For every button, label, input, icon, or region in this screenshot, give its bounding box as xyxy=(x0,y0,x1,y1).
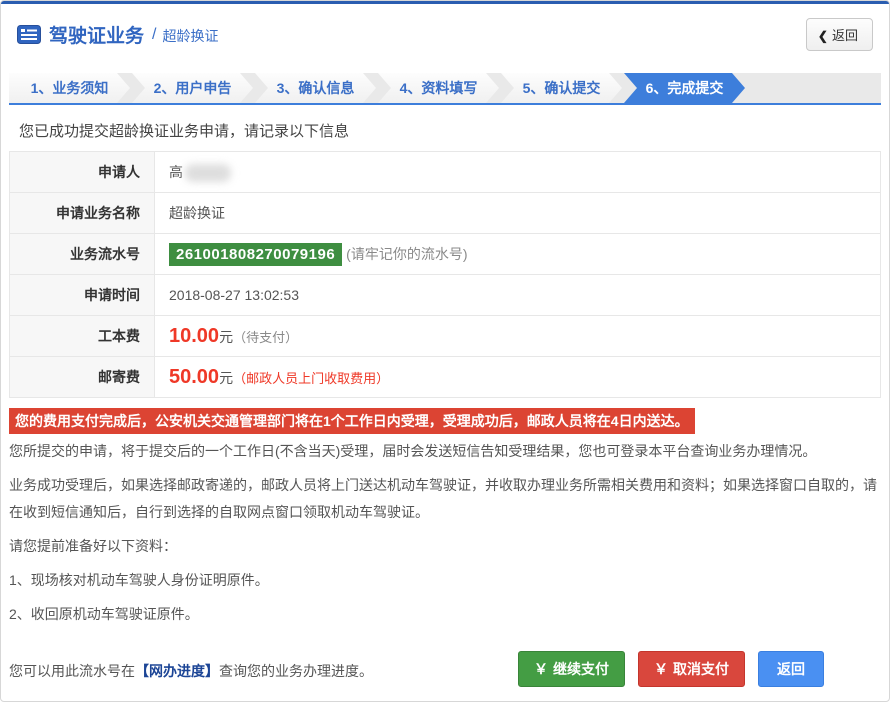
work-fee-value: 10.00元（待支付） xyxy=(155,316,881,357)
back-button-label: 返回 xyxy=(832,28,858,43)
page-title: 驾驶证业务 xyxy=(49,21,144,48)
work-fee-unit: 元 xyxy=(219,329,233,345)
work-fee-label: 工本费 xyxy=(10,316,155,357)
notice-paragraph-2: 业务成功受理后，如果选择邮政寄递的，邮政人员将上门送达机动车驾驶证，并收取办理业… xyxy=(9,472,881,526)
post-fee-value: 50.00元（邮政人员上门收取费用） xyxy=(155,357,881,398)
yen-icon: ￥ xyxy=(534,661,548,677)
apply-time-value: 2018-08-27 13:02:53 xyxy=(155,275,881,316)
serial-note: (请牢记你的流水号) xyxy=(346,246,467,262)
cancel-pay-button[interactable]: ￥ 取消支付 xyxy=(638,651,745,687)
page-container: 驾驶证业务 / 超龄换证 ❮ 返回 1、业务须知 2、用户申告 3、确认信息 4、… xyxy=(0,0,890,702)
table-row-apply-time: 申请时间 2018-08-27 13:02:53 xyxy=(10,275,881,316)
serial-label: 业务流水号 xyxy=(10,234,155,275)
cancel-pay-label: 取消支付 xyxy=(673,661,729,677)
notice-material-item-1: 1、现场核对机动车驾驶人身份证明原件。 xyxy=(9,567,881,594)
apply-time-label: 申请时间 xyxy=(10,275,155,316)
work-fee-note: （待支付） xyxy=(233,330,298,345)
back-button-top[interactable]: ❮ 返回 xyxy=(806,18,873,51)
name-privacy-mask xyxy=(185,164,231,182)
step-5-confirm-submit[interactable]: 5、确认提交 xyxy=(501,73,622,103)
post-fee-note: （邮政人员上门收取费用） xyxy=(233,371,389,386)
serial-number-badge: 261001808270079196 xyxy=(169,243,342,266)
table-row-post-fee: 邮寄费 50.00元（邮政人员上门收取费用） xyxy=(10,357,881,398)
notice-paragraph-1: 您所提交的申请，将于提交后的一个工作日(不含当天)受理，届时会发送短信告知受理结… xyxy=(9,438,881,465)
step-3-confirm-info[interactable]: 3、确认信息 xyxy=(255,73,376,103)
continue-pay-button[interactable]: ￥ 继续支付 xyxy=(518,651,625,687)
applicant-label: 申请人 xyxy=(10,152,155,193)
table-row-business-name: 申请业务名称 超龄换证 xyxy=(10,193,881,234)
post-fee-unit: 元 xyxy=(219,370,233,386)
action-buttons: ￥ 继续支付 ￥ 取消支付 返回 xyxy=(518,651,824,687)
business-name-label: 申请业务名称 xyxy=(10,193,155,234)
step-4-fill-materials[interactable]: 4、资料填写 xyxy=(378,73,499,103)
success-message: 您已成功提交超龄换证业务申请，请记录以下信息 xyxy=(19,120,881,141)
table-row-serial: 业务流水号 261001808270079196(请牢记你的流水号) xyxy=(10,234,881,275)
application-info-table: 申请人 高 申请业务名称 超龄换证 业务流水号 2610018082700791… xyxy=(9,151,881,398)
header: 驾驶证业务 / 超龄换证 ❮ 返回 xyxy=(1,4,889,63)
table-row-work-fee: 工本费 10.00元（待支付） xyxy=(10,316,881,357)
notice-section: 您的费用支付完成后，公安机关交通管理部门将在1个工作日内受理，受理成功后，邮政人… xyxy=(9,408,881,685)
back-bottom-label: 返回 xyxy=(777,661,805,677)
post-fee-label: 邮寄费 xyxy=(10,357,155,398)
progress-query-link[interactable]: 【网办进度】 xyxy=(135,663,219,679)
post-fee-amount: 50.00 xyxy=(169,366,219,388)
serial-value: 261001808270079196(请牢记你的流水号) xyxy=(155,234,881,275)
continue-pay-label: 继续支付 xyxy=(553,661,609,677)
work-fee-amount: 10.00 xyxy=(169,325,219,347)
step-wizard: 1、业务须知 2、用户申告 3、确认信息 4、资料填写 5、确认提交 6、完成提… xyxy=(9,73,881,105)
applicant-value: 高 xyxy=(155,152,881,193)
payment-alert-banner: 您的费用支付完成后，公安机关交通管理部门将在1个工作日内受理，受理成功后，邮政人… xyxy=(9,408,695,434)
license-list-icon xyxy=(17,25,41,44)
chevron-left-icon: ❮ xyxy=(818,29,828,43)
notice-material-item-2: 2、收回原机动车驾驶证原件。 xyxy=(9,601,881,628)
breadcrumb-separator: / xyxy=(152,26,156,44)
step-1-business-notice[interactable]: 1、业务须知 xyxy=(9,73,130,103)
business-name-value: 超龄换证 xyxy=(155,193,881,234)
step-2-user-declaration[interactable]: 2、用户申告 xyxy=(132,73,253,103)
breadcrumb-current: 超龄换证 xyxy=(162,26,218,46)
back-button-bottom[interactable]: 返回 xyxy=(758,651,824,687)
step-bar-tail xyxy=(747,73,881,103)
table-row-applicant: 申请人 高 xyxy=(10,152,881,193)
yen-icon: ￥ xyxy=(654,661,668,677)
notice-paragraph-3: 请您提前准备好以下资料： xyxy=(9,533,881,560)
step-6-complete-submit[interactable]: 6、完成提交 xyxy=(624,73,745,103)
